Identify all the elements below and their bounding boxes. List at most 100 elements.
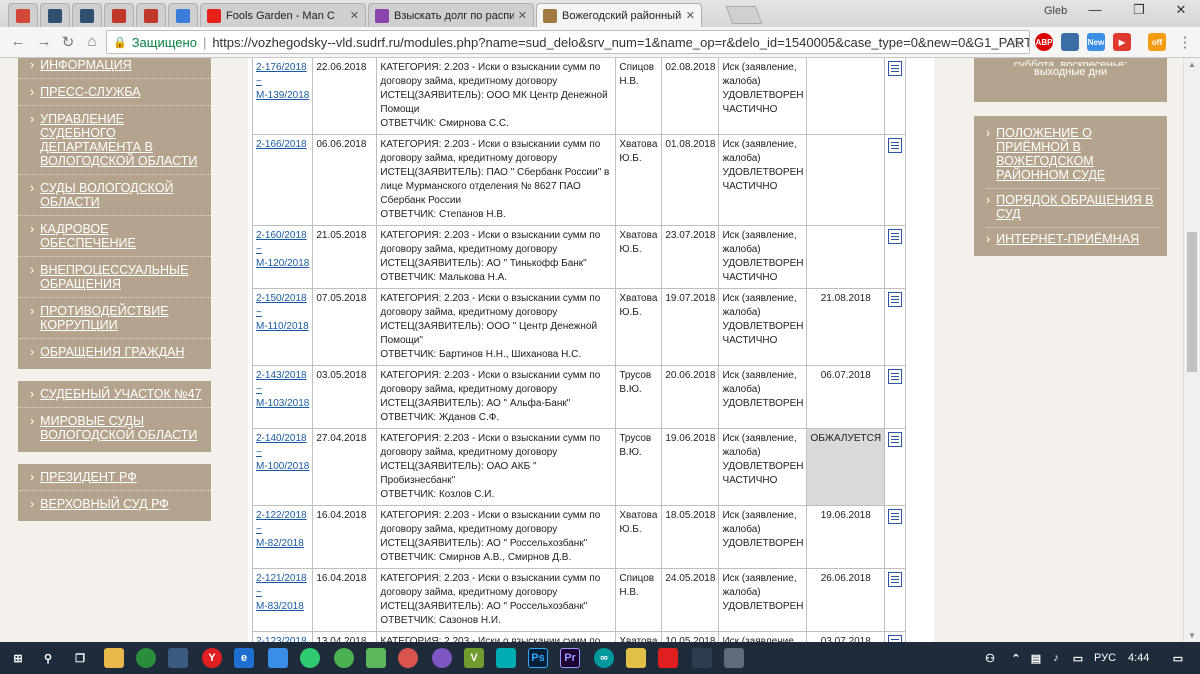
document-icon[interactable] (888, 292, 903, 307)
scroll-down-icon[interactable]: ▼ (1188, 631, 1196, 640)
nav-item-label[interactable]: УПРАВЛЕНИЕ СУДЕБНОГО ДЕПАРТАМЕНТА В ВОЛО… (40, 112, 203, 168)
document-icon[interactable] (888, 509, 903, 524)
case-number-link[interactable]: 2-166/2018 (256, 139, 307, 150)
new-tab-button[interactable] (725, 6, 763, 24)
document-icon[interactable] (888, 229, 903, 244)
off-extension-icon[interactable]: off (1148, 33, 1166, 51)
browser-tab[interactable]: Взыскать долг по распи ✕ (368, 3, 534, 27)
nav-item-label[interactable]: СУДЫ ВОЛОГОДСКОЙ ОБЛАСТИ (40, 181, 203, 209)
browser-tab[interactable]: Fools Garden - Man C ✕ (200, 3, 366, 27)
app-icon[interactable] (692, 648, 712, 668)
app-icon[interactable] (658, 648, 678, 668)
app-icon[interactable] (626, 648, 646, 668)
minimize-icon[interactable]: — (1080, 2, 1110, 17)
nav-item[interactable]: › ПРЕСС-СЛУЖБА (18, 79, 211, 106)
case-number-link[interactable]: 2-140/2018 (256, 433, 307, 444)
nav-item[interactable]: › ОБРАЩЕНИЯ ГРАЖДАН (18, 339, 211, 365)
case-link-separator[interactable]: ~ (256, 384, 262, 395)
document-icon[interactable] (888, 432, 903, 447)
case-number-link[interactable]: 2-176/2018 (256, 62, 307, 73)
nav-item-label[interactable]: ИНФОРМАЦИЯ (40, 58, 131, 72)
nav-item[interactable]: › ПРЕЗИДЕНТ РФ (18, 464, 211, 491)
maximize-icon[interactable]: ❐ (1124, 2, 1154, 18)
address-bar[interactable]: 🔒 Защищено | https://vozhegodsky--vld.su… (106, 30, 1030, 54)
nav-item[interactable]: › СУДЫ ВОЛОГОДСКОЙ ОБЛАСТИ (18, 175, 211, 216)
back-icon[interactable]: ← (8, 33, 28, 50)
itunes-icon[interactable] (432, 648, 452, 668)
store-icon[interactable] (168, 648, 188, 668)
close-window-icon[interactable]: ✕ (1166, 2, 1196, 18)
reception-menu-item[interactable]: › ПОЛОЖЕНИЕ О ПРИЁМНОЙ В ВОЖЕГОДСКОМ РАЙО… (986, 122, 1159, 189)
app-icon[interactable] (496, 648, 516, 668)
page-scrollbar[interactable]: ▲ ▼ (1183, 58, 1200, 642)
browser-tab[interactable] (136, 3, 166, 27)
network-icon[interactable]: ▤ (1026, 648, 1046, 668)
tab-close-icon[interactable]: ✕ (686, 9, 695, 22)
scroll-thumb[interactable] (1187, 232, 1197, 372)
material-number-link[interactable]: М-110/2018 (256, 321, 309, 332)
volume-icon[interactable]: ♪ (1046, 648, 1066, 668)
material-number-link[interactable]: М-82/2018 (256, 538, 304, 549)
browser-tab[interactable] (168, 3, 198, 27)
case-link-separator[interactable]: ~ (256, 587, 262, 598)
browser-tab[interactable] (40, 3, 70, 27)
tray-chevron-icon[interactable]: ⌃ (1006, 648, 1026, 668)
edge-icon[interactable]: e (234, 648, 254, 668)
case-number-link[interactable]: 2-143/2018 (256, 370, 307, 381)
material-number-link[interactable]: М-120/2018 (256, 258, 309, 269)
nav-item-label[interactable]: ПРЕСС-СЛУЖБА (40, 85, 140, 99)
photoshop-icon[interactable]: Ps (528, 648, 548, 668)
notification-icon[interactable]: ▭ (1068, 648, 1088, 668)
search-icon[interactable]: ⚲ (38, 648, 58, 668)
tab-close-icon[interactable]: ✕ (518, 9, 527, 22)
document-icon[interactable] (888, 138, 903, 153)
new-extension-icon[interactable]: New (1087, 33, 1105, 51)
adblock-icon[interactable]: ABP (1035, 33, 1053, 51)
app-icon[interactable] (724, 648, 744, 668)
browser-tab[interactable]: Вожегодский районный ✕ (536, 3, 702, 27)
nav-item-label[interactable]: ПРЕЗИДЕНТ РФ (40, 470, 137, 484)
file-explorer-icon[interactable] (104, 648, 124, 668)
yandex-icon[interactable]: Y (202, 648, 222, 668)
profile-name[interactable]: Gleb (1044, 5, 1067, 17)
nav-item[interactable]: › УПРАВЛЕНИЕ СУДЕБНОГО ДЕПАРТАМЕНТА В ВОЛ… (18, 106, 211, 175)
reception-menu-item[interactable]: › ИНТЕРНЕТ-ПРИЁМНАЯ (986, 228, 1159, 252)
nav-item[interactable]: › ПРОТИВОДЕЙСТВИЕ КОРРУПЦИИ (18, 298, 211, 339)
document-icon[interactable] (888, 635, 903, 642)
app-icon[interactable] (300, 648, 320, 668)
tab-close-icon[interactable]: ✕ (350, 9, 359, 22)
action-center-icon[interactable]: ▭ (1168, 648, 1188, 668)
material-number-link[interactable]: М-83/2018 (256, 601, 304, 612)
bookmark-star-icon[interactable]: ☆ (1010, 34, 1023, 52)
browser-tab[interactable] (72, 3, 102, 27)
nav-item[interactable]: › КАДРОВОЕ ОБЕСПЕЧЕНИЕ (18, 216, 211, 257)
nav-item[interactable]: › МИРОВЫЕ СУДЫ ВОЛОГОДСКОЙ ОБЛАСТИ (18, 408, 211, 448)
document-icon[interactable] (888, 369, 903, 384)
app-icon[interactable]: V (464, 648, 484, 668)
nav-item-label[interactable]: ВЕРХОВНЫЙ СУД РФ (40, 497, 169, 511)
nav-item[interactable]: › ВНЕПРОЦЕССУАЛЬНЫЕ ОБРАЩЕНИЯ (18, 257, 211, 298)
people-icon[interactable]: ⚇ (980, 648, 1000, 668)
task-view-icon[interactable]: ❐ (70, 648, 90, 668)
nav-item-label[interactable]: СУДЕБНЫЙ УЧАСТОК №47 (40, 387, 201, 401)
reload-icon[interactable]: ↻ (58, 33, 78, 51)
browser-tab[interactable] (8, 3, 38, 27)
case-link-separator[interactable]: ~ (256, 307, 262, 318)
case-link-separator[interactable]: ~ (256, 524, 262, 535)
nav-item[interactable]: › СУДЕБНЫЙ УЧАСТОК №47 (18, 381, 211, 408)
premiere-icon[interactable]: Pr (560, 648, 580, 668)
forward-icon[interactable]: → (34, 33, 54, 50)
reception-menu-item[interactable]: › ПОРЯДОК ОБРАЩЕНИЯ В СУД (986, 189, 1159, 228)
case-number-link[interactable]: 2-121/2018 (256, 573, 307, 584)
case-number-link[interactable]: 2-122/2018 (256, 510, 307, 521)
clock[interactable]: 4:44 (1128, 652, 1149, 664)
nav-item-label[interactable]: ПРОТИВОДЕЙСТВИЕ КОРРУПЦИИ (40, 304, 203, 332)
language-indicator[interactable]: РУС (1094, 652, 1116, 664)
arduino-icon[interactable]: ∞ (594, 648, 614, 668)
browser-tab[interactable] (104, 3, 134, 27)
reception-menu-label[interactable]: ИНТЕРНЕТ-ПРИЁМНАЯ (996, 232, 1139, 246)
app-icon[interactable] (398, 648, 418, 668)
reception-menu-label[interactable]: ПОЛОЖЕНИЕ О ПРИЁМНОЙ В ВОЖЕГОДСКОМ РАЙОН… (996, 126, 1159, 182)
case-number-link[interactable]: 2-160/2018 (256, 230, 307, 241)
nav-item-label[interactable]: МИРОВЫЕ СУДЫ ВОЛОГОДСКОЙ ОБЛАСТИ (40, 414, 203, 442)
